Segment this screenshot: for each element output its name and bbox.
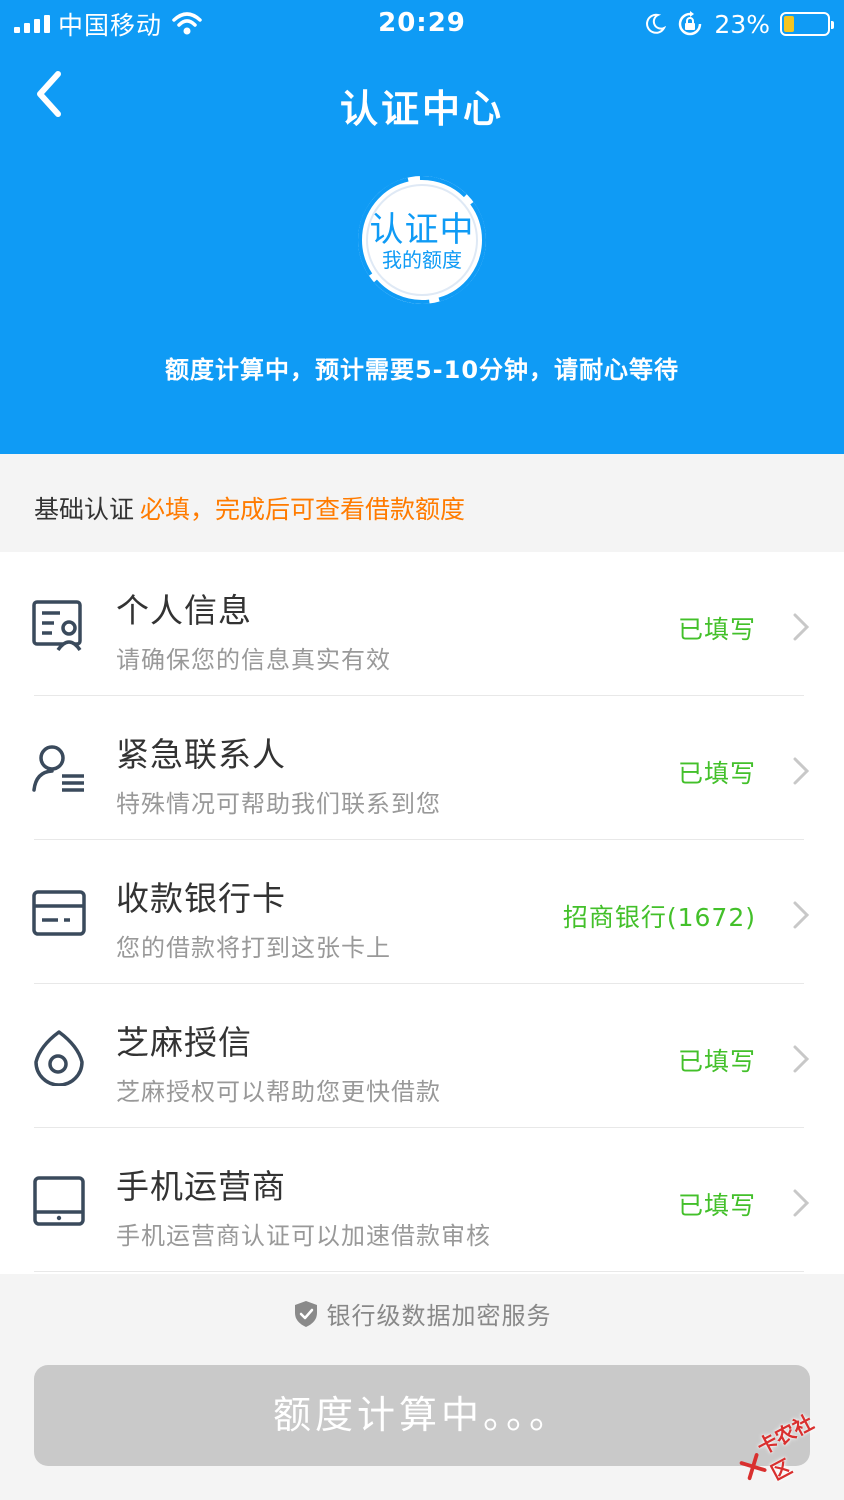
item-subtitle: 特殊情况可帮助我们联系到您 xyxy=(116,790,441,818)
shield-icon xyxy=(294,1300,317,1327)
section-title-text: 基础认证 xyxy=(34,495,135,524)
item-title: 紧急联系人 xyxy=(116,735,286,774)
item-status: 招商银行(1672) xyxy=(562,903,756,932)
personal-info-icon xyxy=(32,600,82,652)
secure-note: 银行级数据加密服务 xyxy=(0,1296,844,1331)
item-subtitle: 芝麻授权可以帮助您更快借款 xyxy=(116,1078,441,1106)
secure-text: 银行级数据加密服务 xyxy=(326,1302,552,1330)
status-bar: 中国移动 20:29 23% xyxy=(0,0,844,50)
list-item-sesame-credit[interactable]: 芝麻授信 芝麻授权可以帮助您更快借款 已填写 xyxy=(0,984,844,1128)
item-title: 个人信息 xyxy=(116,591,252,630)
page-title: 认证中心 xyxy=(339,87,504,131)
moon-icon xyxy=(646,13,667,34)
list-item-mobile-carrier[interactable]: 手机运营商 手机运营商认证可以加速借款审核 已填写 xyxy=(0,1128,844,1272)
chevron-right-icon xyxy=(793,613,810,641)
section-title: 基础认证 必填，完成后可查看借款额度 xyxy=(34,490,465,526)
bank-card-icon xyxy=(32,890,86,936)
list-item-bank-card[interactable]: 收款银行卡 您的借款将打到这张卡上 招商银行(1672) xyxy=(0,840,844,984)
status-badge: 认证中 我的额度 xyxy=(352,170,492,310)
header: 中国移动 20:29 23% 认证中心 认证中 我的额度 额度计算中，预计需要5… xyxy=(0,0,844,454)
item-subtitle: 您的借款将打到这张卡上 xyxy=(116,934,391,962)
footer: 银行级数据加密服务 额度计算中。。。 xyxy=(0,1274,844,1500)
item-status: 已填写 xyxy=(677,1191,756,1220)
list-item-emergency-contact[interactable]: 紧急联系人 特殊情况可帮助我们联系到您 已填写 xyxy=(0,696,844,840)
sesame-icon xyxy=(34,1030,84,1086)
item-title: 收款银行卡 xyxy=(116,879,286,918)
item-subtitle: 手机运营商认证可以加速借款审核 xyxy=(116,1222,491,1250)
rotation-lock-icon xyxy=(679,11,702,36)
chevron-right-icon xyxy=(793,901,810,929)
chevron-right-icon xyxy=(793,1189,810,1217)
mobile-carrier-icon xyxy=(33,1176,85,1226)
chevron-right-icon xyxy=(793,757,810,785)
calc-message: 额度计算中，预计需要5-10分钟，请耐心等待 xyxy=(164,356,680,384)
item-title: 芝麻授信 xyxy=(116,1023,252,1062)
chevron-right-icon xyxy=(793,1045,810,1073)
badge-sub-text: 我的额度 xyxy=(382,248,462,272)
divider xyxy=(34,1271,804,1272)
item-status: 已填写 xyxy=(677,615,756,644)
calc-button[interactable]: 额度计算中。。。 xyxy=(34,1365,810,1466)
item-status: 已填写 xyxy=(677,759,756,788)
item-subtitle: 请确保您的信息真实有效 xyxy=(116,646,391,674)
section-header: 基础认证 必填，完成后可查看借款额度 xyxy=(0,454,844,552)
contact-icon xyxy=(32,745,84,792)
status-right: 23% xyxy=(644,8,834,40)
battery-icon xyxy=(780,12,834,36)
battery-percent: 23% xyxy=(714,9,770,39)
verification-list: 个人信息 请确保您的信息真实有效 已填写 紧急联系人 特殊情况可帮助我们联系到您… xyxy=(0,552,844,1274)
section-note: 必填，完成后可查看借款额度 xyxy=(140,495,466,524)
item-title: 手机运营商 xyxy=(116,1167,286,1206)
item-status: 已填写 xyxy=(677,1047,756,1076)
list-item-personal-info[interactable]: 个人信息 请确保您的信息真实有效 已填写 xyxy=(0,552,844,696)
